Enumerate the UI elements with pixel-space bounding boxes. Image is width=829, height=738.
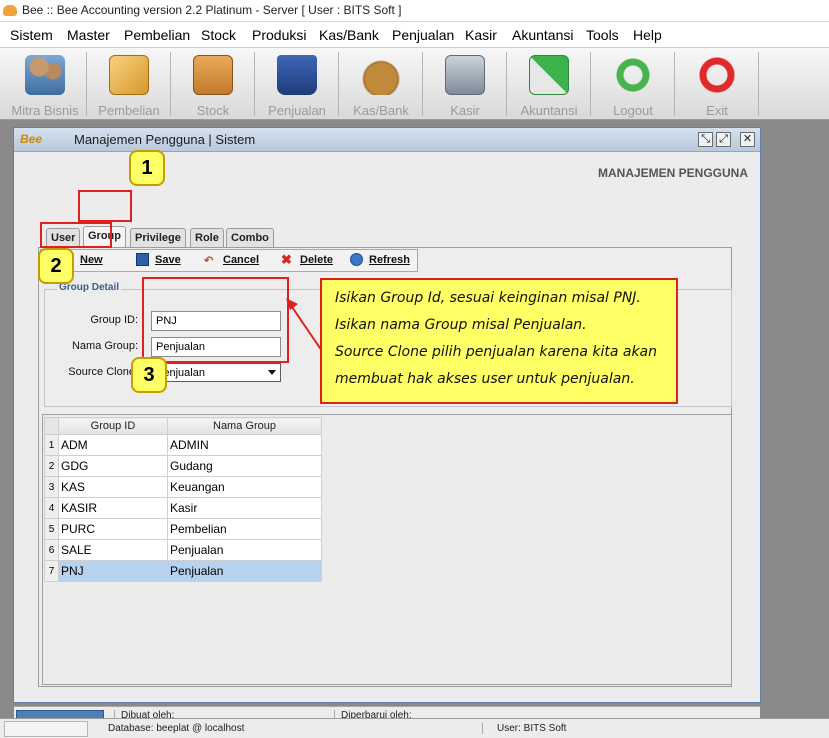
table-row[interactable]: 3 KAS Keuangan [44,476,322,498]
database-status: Database: beeplat @ localhost [108,723,245,734]
toolbar-stock-button[interactable]: Stock [172,50,254,118]
menu-pembelian[interactable]: Pembelian [124,27,190,43]
table-row[interactable]: 2 GDG Gudang [44,455,322,477]
menu-bar: Sistem Master Pembelian Stock Produksi K… [0,22,829,48]
logout-icon [613,55,653,95]
main-toolbar: Mitra Bisnis Pembelian Stock Penjualan K… [0,48,829,120]
window-title-bar: Bee :: Bee Accounting version 2.2 Platin… [0,0,829,22]
cancel-button[interactable]: Cancel [223,254,259,266]
maximize-icon[interactable]: ⤢ [716,132,731,147]
boxes-icon [193,55,233,95]
tab-combo[interactable]: Combo [226,228,274,248]
toolbar-penjualan-button[interactable]: Penjualan [256,50,338,118]
group-table: Group ID Nama Group 1 ADM ADMIN 2 GDG Gu… [44,417,322,582]
step-1-badge: 1 [129,150,165,186]
table-row[interactable]: 4 KASIR Kasir [44,497,322,519]
chevron-down-icon [268,370,276,375]
close-icon[interactable]: ✕ [740,132,755,147]
toolbar-exit-button[interactable]: Exit [676,50,758,118]
cart-icon [445,55,485,95]
menu-produksi[interactable]: Produksi [252,27,306,43]
callout-line-4: membuat hak akses user untuk penjualan. [335,371,635,387]
frame-title-bar: Bee Manajemen Pengguna | Sistem ⤡ ⤢ ✕ [14,128,760,152]
column-header-group-id[interactable]: Group ID [58,417,168,435]
nama-group-label: Nama Group: [71,340,138,352]
chart-up-icon [529,55,569,95]
menu-master[interactable]: Master [67,27,110,43]
tab-privilege[interactable]: Privilege [130,228,186,248]
purchase-icon [109,55,149,95]
toolbar-akuntansi-button[interactable]: Akuntansi [508,50,590,118]
source-clone-select[interactable]: Penjualan [151,363,281,382]
step-3-badge: 3 [131,357,167,393]
bee-app-icon [3,5,17,16]
frame-title: Manajemen Pengguna | Sistem [74,132,256,147]
table-row-selected[interactable]: 7 PNJ Penjualan [44,560,322,582]
instruction-callout: Isikan Group Id, sesuai keinginan misal … [320,278,678,404]
menu-kasir[interactable]: Kasir [465,27,497,43]
table-row[interactable]: 5 PURC Pembelian [44,518,322,540]
table-row[interactable]: 1 ADM ADMIN [44,434,322,456]
callout-line-1: Isikan Group Id, sesuai keinginan misal … [335,290,641,306]
save-button[interactable]: Save [155,254,181,266]
toolbar-mitra-bisnis-button[interactable]: Mitra Bisnis [4,50,86,118]
new-button[interactable]: New [80,254,103,266]
table-header: Group ID Nama Group [44,417,322,435]
step-2-badge: 2 [38,248,74,284]
frame-body: MANAJEMEN PENGGUNA User Group Privilege … [14,152,760,726]
highlight-detail-fields [142,277,289,363]
delete-icon: ✖ [281,252,292,267]
toolbar-kasir-button[interactable]: Kasir [424,50,506,118]
highlight-new-button [40,222,112,248]
undo-icon: ↶ [204,255,214,267]
callout-line-2: Isikan nama Group misal Penjualan. [335,317,587,333]
menu-sistem[interactable]: Sistem [10,27,53,43]
menu-help[interactable]: Help [633,27,662,43]
status-logo-slot [4,721,88,737]
window-title: Bee :: Bee Accounting version 2.2 Platin… [22,3,402,17]
page-heading: MANAJEMEN PENGGUNA [597,166,748,180]
tab-role[interactable]: Role [190,228,224,248]
bee-logo: Bee [20,132,43,146]
source-clone-label: Source Clone: [68,366,138,378]
menu-penjualan[interactable]: Penjualan [392,27,454,43]
menu-kas-bank[interactable]: Kas/Bank [319,27,379,43]
group-id-label: Group ID: [90,314,138,326]
refresh-icon [350,253,363,266]
menu-tools[interactable]: Tools [586,27,619,43]
toolbar-logout-button[interactable]: Logout [592,50,674,118]
shopping-bag-icon [277,55,317,95]
status-bar: Database: beeplat @ localhost User: BITS… [0,718,829,738]
callout-line-3: Source Clone pilih penjualan karena kita… [335,344,658,360]
power-icon [697,55,737,95]
toolbar-pembelian-button[interactable]: Pembelian [88,50,170,118]
column-header-nama-group[interactable]: Nama Group [167,417,322,435]
delete-button[interactable]: Delete [300,254,333,266]
action-bar: New Save ↶ Cancel ✖ Delete Refresh [40,249,418,272]
menu-stock[interactable]: Stock [201,27,236,43]
people-icon [25,55,65,95]
table-row[interactable]: 6 SALE Penjualan [44,539,322,561]
refresh-button[interactable]: Refresh [369,254,410,266]
restore-icon[interactable]: ⤡ [698,132,713,147]
money-bag-icon [361,55,401,95]
user-status: User: BITS Soft [482,723,566,734]
menu-akuntansi[interactable]: Akuntansi [512,27,573,43]
save-icon [136,253,149,266]
highlight-group-tab [78,190,132,222]
toolbar-kas-bank-button[interactable]: Kas/Bank [340,50,422,118]
